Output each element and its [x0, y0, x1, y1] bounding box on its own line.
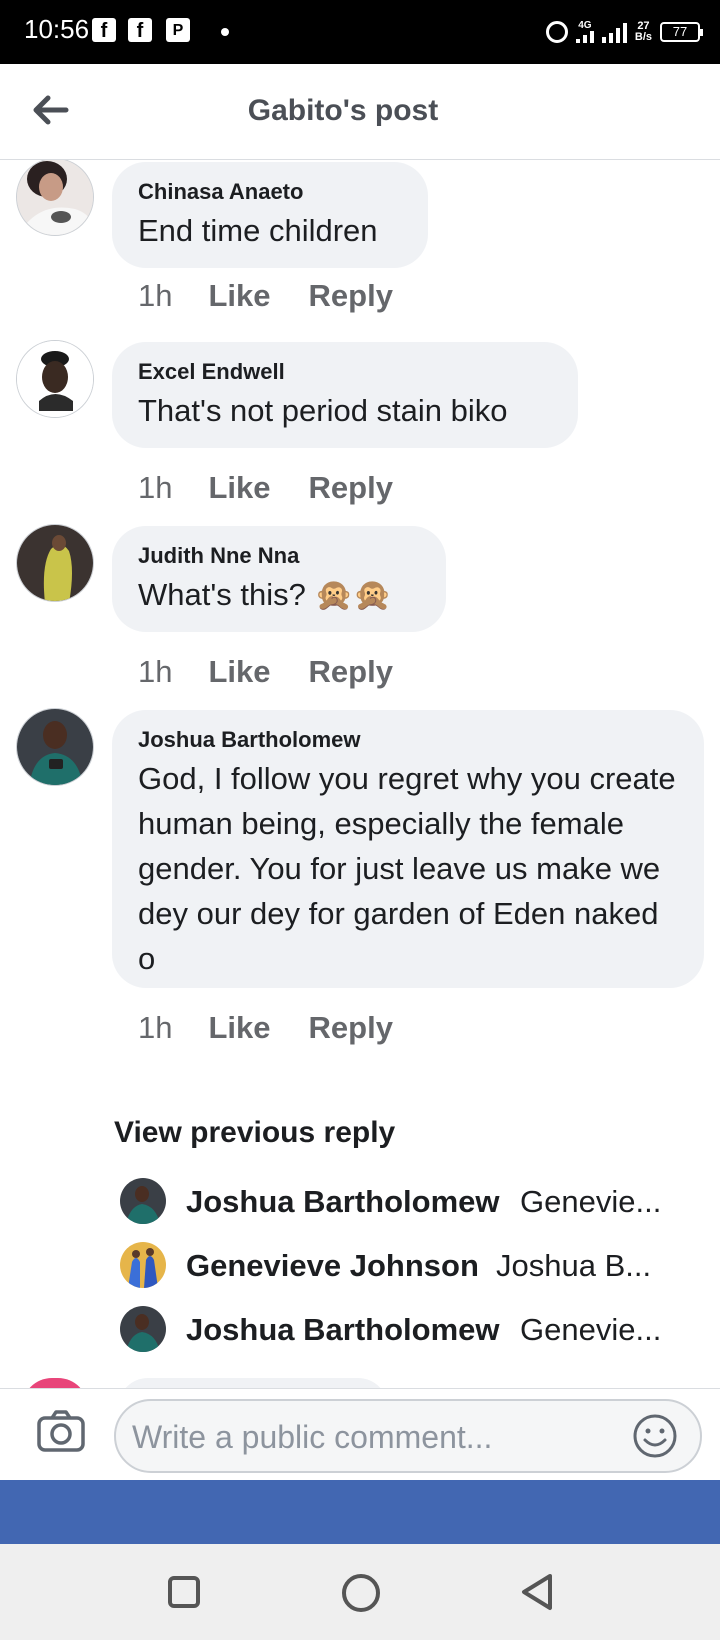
comment-text: God, I follow you regret why you create …: [138, 761, 676, 976]
net-speed-unit: B/s: [634, 31, 652, 43]
like-button[interactable]: Like: [208, 470, 270, 505]
status-bar: 10:56 f f P 4G 27 B/s 77: [0, 0, 720, 64]
comment-time: 1h: [138, 278, 173, 313]
battery-icon: 77: [660, 22, 703, 42]
avatar: [120, 1242, 166, 1288]
comment-input[interactable]: Write a public comment...: [114, 1399, 702, 1473]
comment-input-placeholder: Write a public comment...: [132, 1419, 493, 1455]
back-triangle-icon[interactable]: [518, 1572, 556, 1612]
avatar[interactable]: [22, 1378, 88, 1388]
reply-preview-row[interactable]: Joshua Bartholomew Genevie...: [120, 1178, 700, 1226]
network-type: 4G: [578, 20, 592, 31]
like-button[interactable]: Like: [208, 278, 270, 313]
comment-author[interactable]: Judith Nne Nna: [138, 542, 420, 570]
home-icon[interactable]: [342, 1574, 380, 1612]
comment-bubble[interactable]: Excel Endwell That's not period stain bi…: [112, 342, 578, 448]
reply-preview-text: Genevie...: [520, 1312, 662, 1347]
comment-author[interactable]: Chinasa Anaeto: [138, 178, 402, 206]
page-title: Gabito's post: [247, 94, 439, 127]
more-notifications-dot-icon: [221, 28, 229, 36]
camera-icon[interactable]: [36, 1409, 86, 1453]
status-time: 10:56: [24, 14, 90, 44]
comments-feed[interactable]: Chinasa Anaeto End time children 1h Like R…: [0, 160, 720, 1388]
status-right-group: 4G 27 B/s 77: [545, 16, 703, 48]
post-header: Gabito's post: [0, 64, 720, 160]
comment-text: End time children: [138, 213, 378, 248]
network-indicator: 4G: [575, 20, 594, 43]
comment-bubble[interactable]: [118, 1378, 388, 1388]
facebook-notification-icon: f: [92, 18, 116, 42]
reply-preview-text: Genevie...: [520, 1184, 662, 1219]
reply-button[interactable]: Reply: [309, 654, 393, 689]
recent-apps-icon[interactable]: [168, 1576, 200, 1608]
comment-author[interactable]: Excel Endwell: [138, 358, 552, 386]
comment-actions: 1h Like Reply: [138, 470, 393, 506]
view-previous-reply-link[interactable]: View previous reply: [114, 1116, 395, 1150]
alarm-icon: [545, 21, 568, 43]
comment-time: 1h: [138, 470, 173, 505]
comment-actions: 1h Like Reply: [138, 1010, 393, 1046]
avatar[interactable]: [16, 524, 94, 602]
comment-time: 1h: [138, 1010, 173, 1045]
reply-button[interactable]: Reply: [309, 470, 393, 505]
signal-icon: [575, 31, 594, 43]
comment-author[interactable]: Joshua Bartholomew: [138, 726, 678, 754]
comment-bubble[interactable]: Chinasa Anaeto End time children: [112, 162, 428, 268]
like-button[interactable]: Like: [208, 654, 270, 689]
avatar: [120, 1178, 166, 1224]
avatar[interactable]: [16, 340, 94, 418]
app-notification-icon: P: [166, 18, 190, 42]
avatar[interactable]: [16, 708, 94, 786]
comment-composer: Write a public comment...: [0, 1388, 720, 1480]
app-bottom-bar: [0, 1480, 720, 1544]
reply-preview-text: Joshua B...: [496, 1248, 652, 1283]
reply-button[interactable]: Reply: [309, 1010, 393, 1045]
system-navigation-bar: [0, 1544, 720, 1640]
reply-preview-row[interactable]: Joshua Bartholomew Genevie...: [120, 1306, 700, 1354]
comment-bubble[interactable]: Joshua Bartholomew God, I follow you reg…: [112, 710, 704, 988]
comment-time: 1h: [138, 654, 173, 689]
reply-author[interactable]: Genevieve Johnson: [186, 1248, 479, 1284]
comment-text: That's not period stain biko: [138, 393, 508, 428]
net-speed: 27 B/s: [635, 21, 652, 43]
comment-actions: 1h Like Reply: [138, 654, 393, 690]
emoji-icon[interactable]: [632, 1413, 678, 1459]
reply-button[interactable]: Reply: [309, 278, 393, 313]
comment-text: What's this? 🙊🙊: [138, 577, 392, 612]
facebook-notification-icon: f: [128, 18, 152, 42]
reply-author[interactable]: Joshua Bartholomew: [186, 1312, 500, 1348]
signal-strength-icon: [601, 21, 627, 43]
comment-actions: 1h Like Reply: [138, 278, 393, 314]
avatar: [120, 1306, 166, 1352]
avatar[interactable]: [16, 160, 94, 236]
reply-author[interactable]: Joshua Bartholomew: [186, 1184, 500, 1220]
comment-bubble[interactable]: Judith Nne Nna What's this? 🙊🙊: [112, 526, 446, 632]
reply-preview-row[interactable]: Genevieve Johnson Joshua B...: [120, 1242, 700, 1290]
like-button[interactable]: Like: [208, 1010, 270, 1045]
